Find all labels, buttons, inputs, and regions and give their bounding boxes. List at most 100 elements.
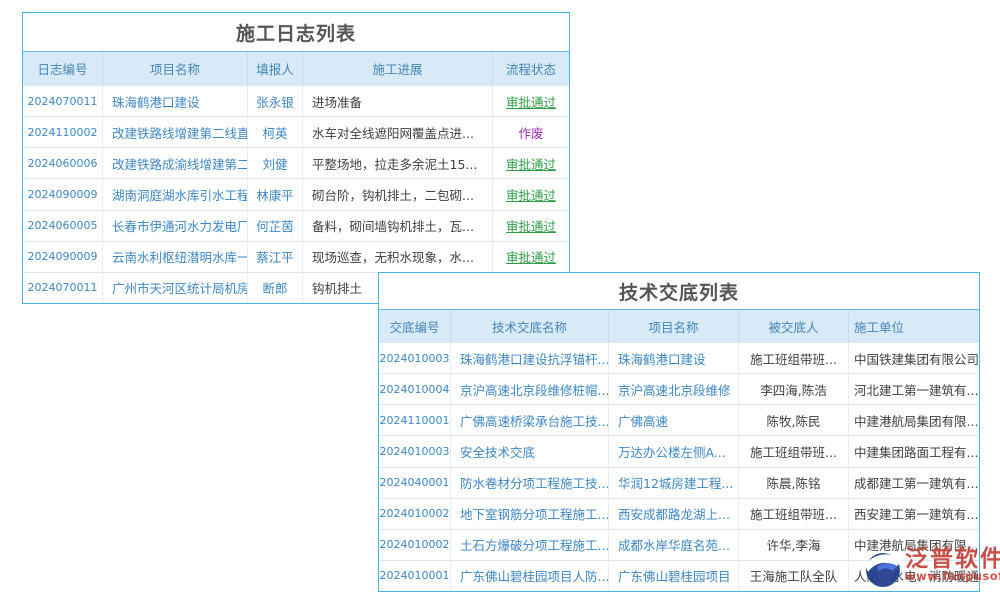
unit-text: 中建集团路面工程有... <box>849 436 979 466</box>
status-link[interactable]: 审批通过 <box>493 179 569 209</box>
unit-text: 西安建工第一建筑有... <box>849 499 979 529</box>
disclosure-name-link[interactable]: 防水卷材分项工程施工技... <box>451 468 609 498</box>
construction-log-window: 施工日志列表 日志编号 项目名称 填报人 施工进展 流程状态 202407001… <box>22 12 570 304</box>
project-link[interactable]: 广东佛山碧桂园项目 <box>609 561 739 591</box>
project-link[interactable]: 西安成都路龙湖上... <box>609 499 739 529</box>
log-id-link[interactable]: 2024070011 <box>23 273 103 303</box>
reporter-link[interactable]: 刘健 <box>248 148 303 178</box>
log-id-link[interactable]: 2024090009 <box>23 179 103 209</box>
tech-disclosure-window: 技术交底列表 交底编号 技术交底名称 项目名称 被交底人 施工单位 202401… <box>378 272 980 592</box>
disclosure-id-link[interactable]: 2024010003 <box>379 436 451 466</box>
project-link[interactable]: 改建铁路线增建第二线直... <box>103 117 248 147</box>
progress-text: 备料，砌间墙钩机排土，瓦... <box>303 211 493 241</box>
col-header-project-name: 项目名称 <box>609 310 739 342</box>
status-link[interactable]: 审批通过 <box>493 242 569 272</box>
table-row: 2024060005 长春市伊通河水力发电厂... 何芷茵 备料，砌间墙钩机排土… <box>23 210 569 241</box>
construction-log-header-row: 日志编号 项目名称 填报人 施工进展 流程状态 <box>23 51 569 85</box>
disclosure-id-link[interactable]: 2024010002 <box>379 499 451 529</box>
col-header-receiver: 被交底人 <box>739 310 849 342</box>
disclosure-id-link[interactable]: 2024010003 <box>379 343 451 373</box>
disclosure-id-link[interactable]: 2024110001 <box>379 405 451 435</box>
table-row: 2024010002 土石方爆破分项工程施工... 成都水岸华庭名苑... 许华… <box>379 529 979 560</box>
project-link[interactable]: 珠海鹤港口建设 <box>103 86 248 116</box>
table-row: 2024010002 地下室钢筋分项工程施工... 西安成都路龙湖上... 施工… <box>379 498 979 529</box>
receiver-text: 施工班组带班... <box>739 499 849 529</box>
receiver-text: 李四海,陈浩 <box>739 374 849 404</box>
disclosure-name-link[interactable]: 土石方爆破分项工程施工... <box>451 530 609 560</box>
col-header-log-id: 日志编号 <box>23 52 103 85</box>
reporter-link[interactable]: 蔡江平 <box>248 242 303 272</box>
reporter-link[interactable]: 何芷茵 <box>248 211 303 241</box>
unit-text: 河北建工第一建筑有... <box>849 374 979 404</box>
log-id-link[interactable]: 2024060006 <box>23 148 103 178</box>
project-link[interactable]: 云南水利枢纽潜明水库一... <box>103 242 248 272</box>
construction-log-title: 施工日志列表 <box>23 13 569 51</box>
unit-text: 中建港航局集团有限... <box>849 530 979 560</box>
table-row: 2024090009 云南水利枢纽潜明水库一... 蔡江平 现场巡查，无积水现象… <box>23 241 569 272</box>
receiver-text: 许华,李海 <box>739 530 849 560</box>
project-link[interactable]: 万达办公楼左侧A... <box>609 436 739 466</box>
col-header-unit: 施工单位 <box>849 310 979 342</box>
table-row: 2024040001 防水卷材分项工程施工技... 华润12城房建工程... 陈… <box>379 467 979 498</box>
tech-disclosure-header-row: 交底编号 技术交底名称 项目名称 被交底人 施工单位 <box>379 309 979 342</box>
col-header-project-name: 项目名称 <box>103 52 248 85</box>
table-row: 2024010003 珠海鹤港口建设抗浮锚杆... 珠海鹤港口建设 施工班组带班… <box>379 342 979 373</box>
disclosure-id-link[interactable]: 2024010001 <box>379 561 451 591</box>
status-link[interactable]: 审批通过 <box>493 86 569 116</box>
project-link[interactable]: 广佛高速 <box>609 405 739 435</box>
log-id-link[interactable]: 2024090009 <box>23 242 103 272</box>
table-row: 2024110002 改建铁路线增建第二线直... 柯英 水车对全线遮阳网覆盖点… <box>23 116 569 147</box>
disclosure-name-link[interactable]: 地下室钢筋分项工程施工... <box>451 499 609 529</box>
desktop: 施工日志列表 日志编号 项目名称 填报人 施工进展 流程状态 202407001… <box>0 0 1000 600</box>
receiver-text: 施工班组带班... <box>739 343 849 373</box>
table-row: 2024060006 改建铁路成渝线增建第二... 刘健 平整场地，拉走多余泥土… <box>23 147 569 178</box>
unit-text: 中建港航局集团有限... <box>849 405 979 435</box>
table-row: 2024010001 广东佛山碧桂园项目人防... 广东佛山碧桂园项目 王海施工… <box>379 560 979 591</box>
reporter-link[interactable]: 柯英 <box>248 117 303 147</box>
disclosure-name-link[interactable]: 广佛高速桥梁承台施工技... <box>451 405 609 435</box>
project-link[interactable]: 改建铁路成渝线增建第二... <box>103 148 248 178</box>
col-header-disclosure-id: 交底编号 <box>379 310 451 342</box>
table-row: 2024090009 湖南洞庭湖水库引水工程... 林康平 砌台阶，钩机排土，二… <box>23 178 569 209</box>
table-row: 2024110001 广佛高速桥梁承台施工技... 广佛高速 陈牧,陈民 中建港… <box>379 404 979 435</box>
table-row: 2024070011 珠海鹤港口建设 张永银 进场准备 审批通过 <box>23 85 569 116</box>
progress-text: 现场巡查，无积水现象，水... <box>303 242 493 272</box>
project-link[interactable]: 长春市伊通河水力发电厂... <box>103 211 248 241</box>
col-header-reporter: 填报人 <box>248 52 303 85</box>
reporter-link[interactable]: 张永银 <box>248 86 303 116</box>
project-link[interactable]: 广州市天河区统计局机房... <box>103 273 248 303</box>
col-header-status: 流程状态 <box>493 52 569 85</box>
disclosure-id-link[interactable]: 2024010002 <box>379 530 451 560</box>
project-link[interactable]: 京沪高速北京段维修 <box>609 374 739 404</box>
receiver-text: 施工班组带班... <box>739 436 849 466</box>
table-row: 2024010004 京沪高速北京段维修桩帽... 京沪高速北京段维修 李四海,… <box>379 373 979 404</box>
tech-disclosure-title: 技术交底列表 <box>379 273 979 309</box>
disclosure-id-link[interactable]: 2024010004 <box>379 374 451 404</box>
reporter-link[interactable]: 断郎 <box>248 273 303 303</box>
project-link[interactable]: 成都水岸华庭名苑... <box>609 530 739 560</box>
unit-text: 人防、水电、消防暖通 <box>849 561 979 591</box>
log-id-link[interactable]: 2024110002 <box>23 117 103 147</box>
receiver-text: 王海施工队全队 <box>739 561 849 591</box>
disclosure-name-link[interactable]: 广东佛山碧桂园项目人防... <box>451 561 609 591</box>
project-link[interactable]: 珠海鹤港口建设 <box>609 343 739 373</box>
progress-text: 平整场地，拉走多余泥土15... <box>303 148 493 178</box>
progress-text: 水车对全线遮阳网覆盖点进... <box>303 117 493 147</box>
receiver-text: 陈牧,陈民 <box>739 405 849 435</box>
disclosure-name-link[interactable]: 京沪高速北京段维修桩帽... <box>451 374 609 404</box>
log-id-link[interactable]: 2024070011 <box>23 86 103 116</box>
disclosure-name-link[interactable]: 安全技术交底 <box>451 436 609 466</box>
status-label: 作废 <box>493 117 569 147</box>
reporter-link[interactable]: 林康平 <box>248 179 303 209</box>
project-link[interactable]: 湖南洞庭湖水库引水工程... <box>103 179 248 209</box>
table-row: 2024010003 安全技术交底 万达办公楼左侧A... 施工班组带班... … <box>379 435 979 466</box>
log-id-link[interactable]: 2024060005 <box>23 211 103 241</box>
disclosure-name-link[interactable]: 珠海鹤港口建设抗浮锚杆... <box>451 343 609 373</box>
progress-text: 进场准备 <box>303 86 493 116</box>
status-link[interactable]: 审批通过 <box>493 148 569 178</box>
status-link[interactable]: 审批通过 <box>493 211 569 241</box>
disclosure-id-link[interactable]: 2024040001 <box>379 468 451 498</box>
col-header-disclosure-name: 技术交底名称 <box>451 310 609 342</box>
project-link[interactable]: 华润12城房建工程... <box>609 468 739 498</box>
col-header-progress: 施工进展 <box>303 52 493 85</box>
